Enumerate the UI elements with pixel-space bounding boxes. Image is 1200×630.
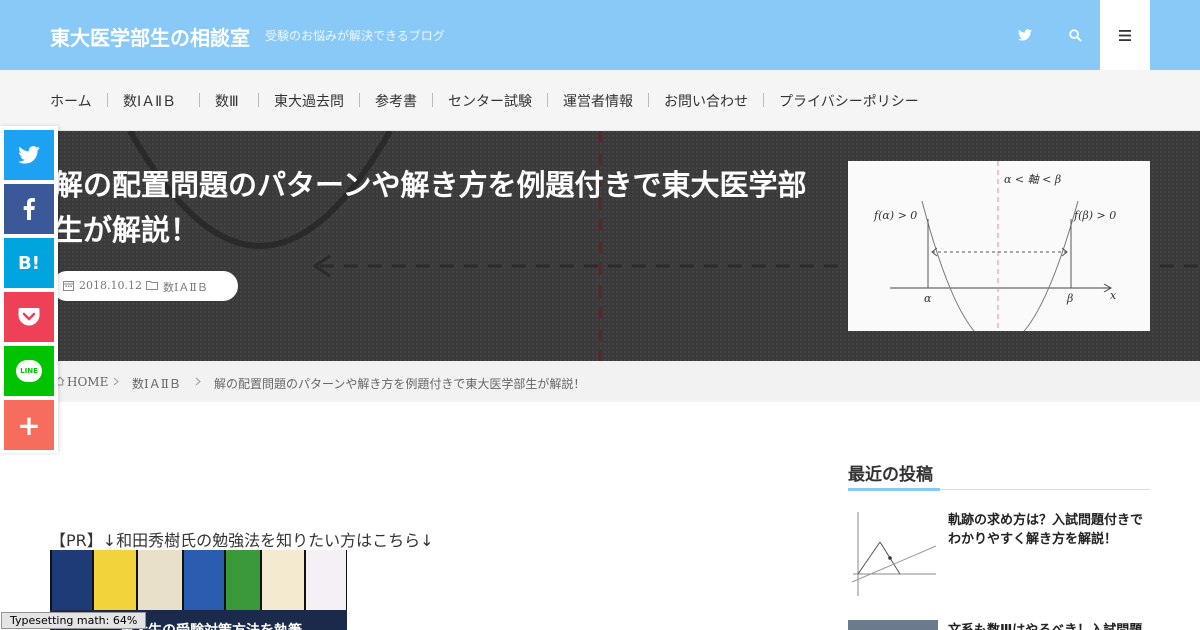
thumb-label-x: x [1110,289,1117,302]
thumb-label-beta: β [1066,292,1073,305]
book-banner-caption: 東大生の受験対策方法を執筆 [120,620,302,630]
share-facebook-button[interactable] [4,184,54,234]
nav-divider [107,93,108,107]
nav-divider [648,93,649,107]
nav-item-reference-books[interactable]: 参考書 [375,91,417,111]
nav-divider [763,93,764,107]
nav-item-home[interactable]: ホーム [50,91,92,111]
parabola-diagram: α < 軸 < β f(α) > 0 f(β) > 0 α β x [873,161,1117,347]
share-buttons: B! LINE + [0,126,58,453]
global-nav: ホーム 数ⅠＡⅡＢ 数Ⅲ 東大過去問 参考書 センター試験 運営者情報 お問い合… [0,70,1200,131]
share-twitter-button[interactable] [4,130,54,180]
nav-item-math-1a2b[interactable]: 数ⅠＡⅡＢ [123,91,176,111]
book-cover [306,550,346,610]
chevron-right-icon [195,377,201,386]
nav-divider [199,93,200,107]
thumb-label-axis-condition: α < 軸 < β [1004,173,1061,186]
post-thumbnail[interactable] [848,620,938,630]
facebook-icon [23,198,35,220]
mathjax-status: Typesetting math: 64% [1,612,147,629]
nav-divider [258,93,259,107]
article-title: 解の配置問題のパターンや解き方を例題付きで東大医学部生が解説！ [54,168,807,247]
article-date: 2018.10.12 [79,279,142,292]
book-cover [52,550,92,610]
post-thumbnail[interactable] [848,508,938,598]
site-description: 受験のお悩みが解決できるブログ [265,29,445,43]
share-line-button[interactable]: LINE [4,346,54,396]
thumb-label-f-alpha: f(α) > 0 [873,209,917,222]
chevron-right-icon [113,377,119,386]
nav-divider [547,93,548,107]
menu-button[interactable] [1100,0,1150,70]
article-category[interactable]: 数ⅠＡⅡＢ [163,279,208,295]
nav-item-privacy-policy[interactable]: プライバシーポリシー [779,91,919,111]
nav-item-about-operator[interactable]: 運営者情報 [563,91,633,111]
book-cover [94,550,136,610]
pocket-icon [18,308,40,326]
nav-divider [359,93,360,107]
site-header: 東大医学部生の相談室 受験のお悩みが解決できるブログ [0,0,1200,70]
nav-item-math-3[interactable]: 数Ⅲ [215,91,239,111]
twitter-icon[interactable] [1012,22,1038,48]
share-pocket-button[interactable] [4,292,54,342]
locus-diagram [851,512,937,596]
share-more-button[interactable]: + [4,400,54,450]
calendar-icon [63,281,74,291]
folder-icon [146,281,158,290]
article-meta: 2018.10.12 数ⅠＡⅡＢ [52,271,238,301]
book-cover [226,550,260,610]
nav-divider [432,93,433,107]
search-icon[interactable] [1062,22,1088,48]
breadcrumb-current: 解の配置問題のパターンや解き方を例題付きで東大医学部生が解説！ [214,377,586,391]
nav-item-todai-past-exams[interactable]: 東大過去問 [274,91,344,111]
nav-item-center-exam[interactable]: センター試験 [448,91,532,111]
sidebar-heading-underline [848,488,940,491]
breadcrumb: HOME 数ⅠＡⅡＢ 解の配置問題のパターンや解き方を例題付きで東大医学部生が解… [0,361,1200,402]
sidebar-heading: 最近の投稿 [848,465,933,485]
book-cover [138,550,182,610]
thumb-label-alpha: α [924,292,932,305]
line-icon: LINE [16,360,42,382]
twitter-icon [18,146,40,164]
article-thumbnail: α < 軸 < β f(α) > 0 f(β) > 0 α β x [848,161,1150,347]
article-hero: 解の配置問題のパターンや解き方を例題付きで東大医学部生が解説！ 2018.10.… [0,131,1200,361]
pr-text: 【PR】↓和田秀樹氏の勉強法を知りたい方はこちら↓ [50,531,434,550]
menu-icon [1119,29,1131,41]
post-title[interactable]: 文系も数Ⅲはやるべき！入試問題 [948,621,1150,630]
breadcrumb-home[interactable]: HOME [67,375,108,389]
breadcrumb-category[interactable]: 数ⅠＡⅡＢ [132,375,181,392]
book-cover [184,550,224,610]
share-hatena-button[interactable]: B! [4,238,54,288]
nav-item-contact[interactable]: お問い合わせ [664,91,748,111]
site-title[interactable]: 東大医学部生の相談室 [50,22,250,51]
thumb-label-f-beta: f(β) > 0 [1073,209,1116,222]
post-title[interactable]: 軌跡の求め方は？入試問題付きでわかりやすく解き方を解説！ [948,511,1150,549]
book-cover [262,550,304,610]
